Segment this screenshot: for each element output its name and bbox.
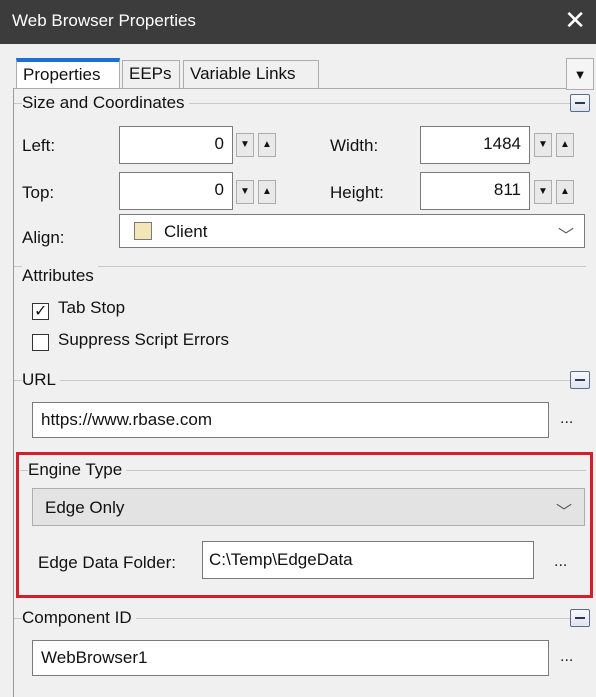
section-divider — [14, 380, 570, 381]
window-title: Web Browser Properties — [12, 11, 196, 30]
attributes-section-title: Attributes — [22, 266, 98, 286]
edge-folder-label: Edge Data Folder: — [38, 553, 176, 572]
collapse-size-icon[interactable] — [570, 94, 590, 112]
tab-label: Properties — [23, 65, 101, 84]
left-spin-down-icon[interactable]: ▼ — [236, 133, 254, 157]
title-bar: Web Browser Properties ✕ — [0, 0, 596, 44]
tab-label: EEPs — [129, 64, 172, 83]
edge-folder-browse-button[interactable]: ... — [554, 553, 567, 571]
edge-folder-input[interactable]: C:\Temp\EdgeData — [202, 541, 534, 579]
height-spin-down-icon[interactable]: ▼ — [534, 180, 552, 204]
align-label: Align: — [22, 228, 65, 247]
tab-variable-links[interactable]: Variable Links — [183, 60, 319, 88]
engine-type-select[interactable]: Edge Only ﹀ — [32, 488, 585, 526]
width-input[interactable]: 1484 — [420, 126, 530, 164]
align-select[interactable]: Client ﹀ — [119, 214, 585, 248]
edge-folder-value: C:\Temp\EdgeData — [209, 550, 353, 569]
suppress-errors-label: Suppress Script Errors — [58, 330, 229, 349]
tab-properties[interactable]: Properties — [16, 58, 120, 88]
tab-label: Variable Links — [190, 64, 296, 83]
collapse-url-icon[interactable] — [570, 371, 590, 389]
height-spin-up-icon[interactable]: ▲ — [556, 180, 574, 204]
component-section-title: Component ID — [22, 608, 136, 628]
engine-type-value: Edge Only — [45, 498, 125, 517]
chevron-down-icon: ﹀ — [557, 228, 574, 245]
left-input[interactable]: 0 — [119, 126, 233, 164]
align-value: Client — [164, 222, 208, 241]
url-browse-button[interactable]: ... — [560, 410, 573, 428]
width-label: Width: — [330, 136, 379, 155]
close-icon[interactable]: ✕ — [564, 6, 586, 34]
top-input[interactable]: 0 — [119, 172, 233, 210]
align-color-swatch — [134, 222, 152, 240]
engine-section-title: Engine Type — [28, 460, 127, 480]
collapse-component-icon[interactable] — [570, 609, 590, 627]
chevron-down-icon: ﹀ — [555, 504, 572, 521]
component-id-value: WebBrowser1 — [41, 648, 148, 667]
top-label: Top: — [22, 183, 55, 202]
section-divider — [14, 266, 586, 267]
suppress-errors-checkbox[interactable] — [32, 334, 49, 351]
component-id-input[interactable]: WebBrowser1 — [32, 640, 549, 676]
tab-eeps[interactable]: EEPs — [122, 60, 180, 88]
width-spin-down-icon[interactable]: ▼ — [534, 133, 552, 157]
left-label: Left: — [22, 136, 56, 155]
url-section-title: URL — [22, 370, 61, 390]
check-icon: ✓ — [34, 303, 48, 320]
url-value: https://www.rbase.com — [41, 410, 213, 429]
tab-divider — [14, 88, 580, 89]
top-spin-down-icon[interactable]: ▼ — [236, 180, 254, 204]
tab-stop-checkbox[interactable]: ✓ — [32, 303, 49, 320]
size-section-title: Size and Coordinates — [22, 93, 189, 113]
left-spin-up-icon[interactable]: ▲ — [258, 133, 276, 157]
tab-dropdown-icon[interactable]: ▼ — [566, 58, 594, 90]
url-input[interactable]: https://www.rbase.com — [32, 402, 549, 438]
height-input[interactable]: 811 — [420, 172, 530, 210]
tab-stop-label: Tab Stop — [58, 298, 126, 317]
width-spin-up-icon[interactable]: ▲ — [556, 133, 574, 157]
panel-left-border — [13, 88, 14, 697]
height-label: Height: — [330, 183, 384, 202]
top-spin-up-icon[interactable]: ▲ — [258, 180, 276, 204]
component-browse-button[interactable]: ... — [560, 648, 573, 666]
